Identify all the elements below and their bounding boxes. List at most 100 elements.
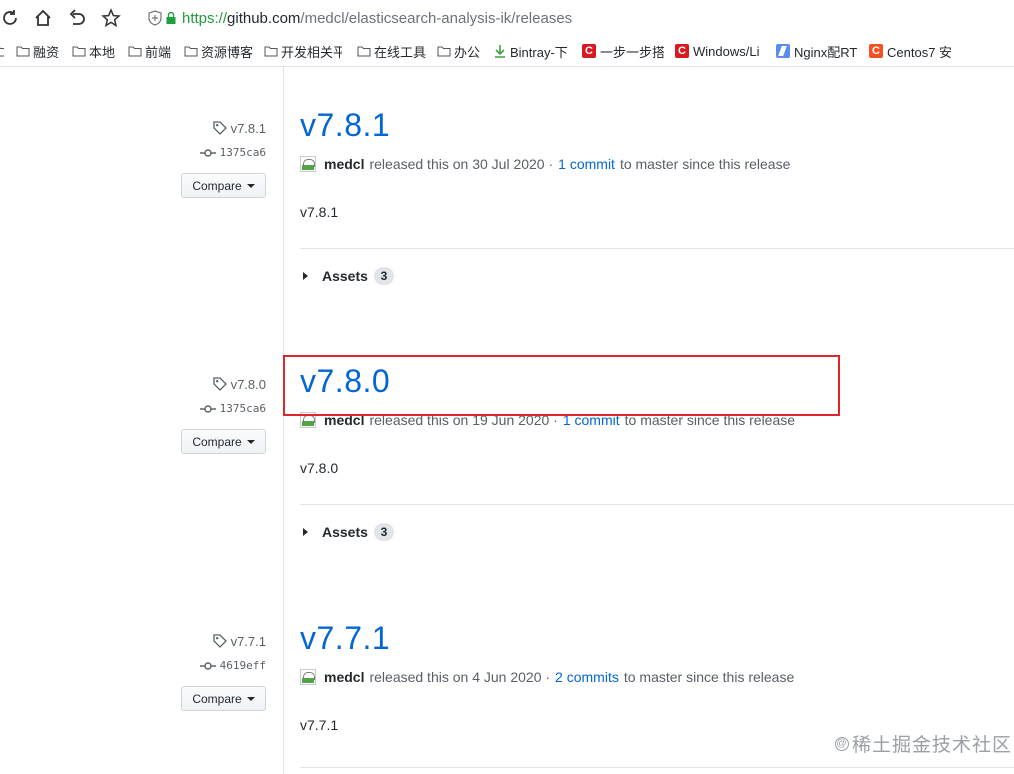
bookmark-item[interactable]: Bintray-下 bbox=[493, 42, 573, 60]
commits-link[interactable]: 2 commits bbox=[555, 669, 619, 685]
release-date-text: released this on 30 Jul 2020 · bbox=[369, 156, 554, 172]
folder-icon bbox=[184, 46, 198, 57]
release-commit[interactable]: 1375ca6 bbox=[199, 146, 266, 159]
bookmark-label: 本地 bbox=[89, 44, 116, 60]
avatar[interactable] bbox=[300, 412, 316, 428]
tag-icon bbox=[212, 377, 227, 391]
release-body: v7.7.1 bbox=[300, 717, 339, 733]
release-body: v7.8.1 bbox=[300, 204, 339, 220]
undo-icon[interactable] bbox=[65, 6, 89, 30]
watermark-text: 稀土掘金技术社区 bbox=[852, 735, 1013, 756]
star-icon[interactable] bbox=[99, 6, 123, 30]
assets-label: Assets bbox=[322, 268, 368, 284]
bookmark-label: Windows/Li bbox=[693, 43, 760, 59]
compare-button[interactable]: Compare bbox=[181, 429, 266, 454]
bookmark-label: 开发相关平 bbox=[281, 44, 342, 60]
release-body: v7.8.0 bbox=[300, 460, 339, 476]
triangle-right-icon bbox=[303, 272, 308, 280]
folder-icon bbox=[437, 46, 451, 57]
avatar[interactable] bbox=[300, 669, 316, 685]
csdn-icon: C bbox=[675, 44, 689, 58]
commits-link[interactable]: 1 commit bbox=[558, 156, 615, 172]
watermark: @ 稀土掘金技术社区 bbox=[835, 730, 1012, 757]
bookmark-item[interactable]: C Centos7 安 bbox=[869, 42, 953, 60]
bookmark-label: Bintray-下 bbox=[510, 44, 568, 60]
folder-icon bbox=[72, 46, 86, 57]
commit-sha: 1375ca6 bbox=[219, 402, 266, 415]
tag-icon bbox=[212, 121, 227, 135]
tag-icon bbox=[212, 634, 227, 648]
since-release-text: to master since this release bbox=[624, 412, 796, 428]
shield-icon bbox=[148, 10, 162, 26]
bookmark-item[interactable]: C Windows/Li bbox=[675, 42, 765, 60]
chevron-down-icon bbox=[246, 439, 255, 444]
divider bbox=[300, 248, 1014, 249]
assets-count: 3 bbox=[373, 523, 394, 541]
reload-icon[interactable] bbox=[0, 6, 22, 30]
at-icon: @ bbox=[835, 736, 849, 751]
compare-label: Compare bbox=[192, 691, 242, 706]
bookmark-label: 融资 bbox=[33, 44, 60, 60]
compare-button[interactable]: Compare bbox=[181, 173, 266, 198]
bookmark-item[interactable]: 在线工具 bbox=[357, 42, 431, 60]
compare-label: Compare bbox=[192, 434, 242, 449]
release-date-text: released this on 4 Jun 2020 · bbox=[369, 669, 551, 685]
blog-icon bbox=[776, 44, 790, 58]
folder-icon bbox=[128, 46, 142, 57]
release-tag[interactable]: v7.8.1 bbox=[212, 120, 266, 136]
release-title[interactable]: v7.8.0 bbox=[300, 363, 390, 400]
release-byline: medcl released this on 30 Jul 2020 · 1 c… bbox=[300, 155, 790, 173]
bookmark-item[interactable]: 前端 bbox=[128, 42, 178, 60]
assets-toggle[interactable]: Assets 3 bbox=[303, 523, 394, 541]
csdn-icon: C bbox=[582, 44, 596, 58]
release-commit[interactable]: 1375ca6 bbox=[199, 402, 266, 415]
commit-sha: 1375ca6 bbox=[219, 146, 266, 159]
bintray-icon bbox=[495, 45, 505, 58]
bookmark-partial[interactable] bbox=[0, 42, 4, 60]
folder-icon bbox=[0, 47, 4, 57]
since-release-text: to master since this release bbox=[619, 156, 791, 172]
chevron-down-icon bbox=[246, 183, 255, 188]
home-icon[interactable] bbox=[31, 6, 55, 30]
divider bbox=[300, 767, 1014, 768]
folder-icon bbox=[16, 46, 30, 57]
compare-label: Compare bbox=[192, 178, 242, 193]
bookmark-label: Nginx配RT bbox=[794, 44, 858, 60]
bookmark-label: 办公 bbox=[454, 44, 481, 60]
bookmark-item[interactable]: 本地 bbox=[72, 42, 122, 60]
chevron-down-icon bbox=[246, 696, 255, 701]
lock-icon bbox=[166, 12, 176, 24]
bookmark-item[interactable]: 办公 bbox=[437, 42, 487, 60]
release-author[interactable]: medcl bbox=[324, 412, 364, 428]
bookmark-label: 在线工具 bbox=[374, 44, 427, 60]
bookmark-item[interactable]: 开发相关平 bbox=[264, 42, 342, 60]
release-tag[interactable]: v7.7.1 bbox=[212, 633, 266, 649]
release-author[interactable]: medcl bbox=[324, 156, 364, 172]
url-scheme: https:// bbox=[182, 9, 228, 27]
assets-toggle[interactable]: Assets 3 bbox=[303, 267, 394, 285]
bookmark-label: 资源博客 bbox=[201, 44, 254, 60]
release-commit[interactable]: 4619eff bbox=[199, 659, 266, 672]
release-title[interactable]: v7.8.1 bbox=[300, 107, 390, 144]
release-title[interactable]: v7.7.1 bbox=[300, 620, 390, 657]
bookmark-item[interactable]: Nginx配RT bbox=[776, 42, 860, 60]
commits-link[interactable]: 1 commit bbox=[563, 412, 620, 428]
release-author[interactable]: medcl bbox=[324, 669, 364, 685]
bookmark-item[interactable]: 融资 bbox=[16, 42, 66, 60]
release-byline: medcl released this on 4 Jun 2020 · 2 co… bbox=[300, 668, 794, 686]
commit-icon bbox=[199, 404, 216, 413]
tag-label: v7.7.1 bbox=[230, 633, 266, 649]
release-tag[interactable]: v7.8.0 bbox=[212, 376, 266, 392]
address-bar[interactable]: https://github.com/medcl/elasticsearch-a… bbox=[142, 4, 1014, 32]
assets-label: Assets bbox=[322, 524, 368, 540]
assets-count: 3 bbox=[373, 267, 394, 285]
avatar[interactable] bbox=[300, 156, 316, 172]
release-date-text: released this on 19 Jun 2020 · bbox=[369, 412, 558, 428]
url-path: /medcl/elasticsearch-analysis-ik/release… bbox=[300, 9, 573, 27]
compare-button[interactable]: Compare bbox=[181, 686, 266, 711]
bookmark-item[interactable]: 资源博客 bbox=[184, 42, 258, 60]
folder-icon bbox=[357, 46, 371, 57]
since-release-text: to master since this release bbox=[623, 669, 795, 685]
browser-toolbar: https://github.com/medcl/elasticsearch-a… bbox=[0, 0, 1014, 36]
bookmark-item[interactable]: C 一步一步搭 bbox=[582, 42, 664, 60]
